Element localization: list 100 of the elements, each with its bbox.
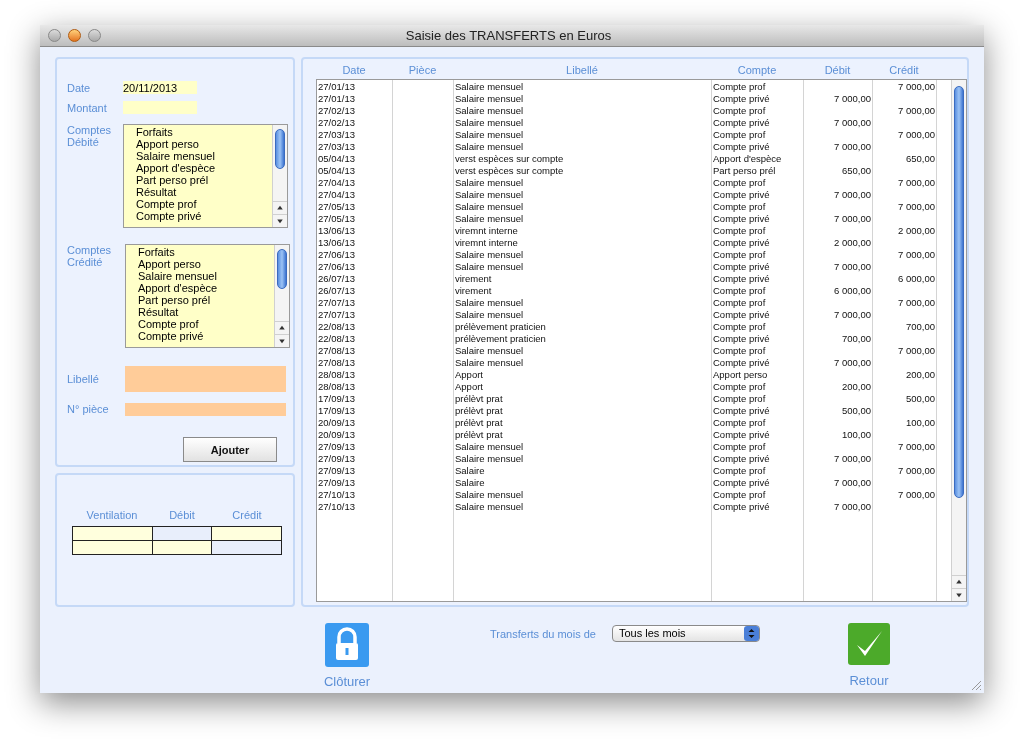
- table-cell: Salaire mensuel: [455, 440, 524, 453]
- list-item[interactable]: Apport perso: [138, 257, 274, 270]
- list-item[interactable]: Forfaits: [136, 125, 272, 138]
- table-cell: Compte prof: [713, 344, 766, 357]
- table-cell: 27/04/13: [318, 188, 355, 201]
- resize-grip-icon[interactable]: [970, 679, 982, 691]
- label-field[interactable]: [125, 365, 286, 392]
- account-list[interactable]: Forfaits Apport perso Salaire mensuel Apport d'espèce Part perso prél Résultat Compte prof Compte privé: [125, 243, 290, 348]
- amount-field[interactable]: [123, 101, 197, 115]
- ventilation-cell[interactable]: [152, 541, 213, 556]
- table-cell: Compte privé: [713, 212, 770, 225]
- table-cell: Compte prof: [713, 440, 766, 453]
- table-cell: Salaire mensuel: [455, 212, 524, 225]
- table-cell: Salaire mensuel: [455, 260, 524, 273]
- table-cell: 27/02/13: [318, 104, 355, 117]
- table-cell: Compte privé: [713, 272, 770, 285]
- table-cell: 650,00: [905, 152, 935, 165]
- table-cell: Salaire: [455, 476, 485, 489]
- month-label: Transferts du mois de: [490, 626, 596, 642]
- ventilation-cell[interactable]: [212, 541, 282, 556]
- table-cell: Compte prof: [713, 200, 766, 213]
- table-cell: Compte prof: [713, 104, 766, 117]
- padlock-icon: [325, 622, 369, 667]
- dropdown-arrows-icon: [743, 625, 759, 641]
- table-cell: 6 000,00: [834, 284, 871, 297]
- table-cell: Salaire mensuel: [455, 500, 524, 513]
- list-item[interactable]: Résultat: [138, 305, 274, 318]
- table-cell: 22/08/13: [318, 332, 355, 345]
- add-button[interactable]: Ajouter: [183, 437, 277, 463]
- table-cell: 27/03/13: [318, 140, 355, 153]
- table-cell: virement: [455, 284, 492, 297]
- list-item[interactable]: Compte privé: [136, 209, 272, 222]
- ventilation-cell[interactable]: [73, 527, 153, 542]
- table-cell: 7 000,00: [898, 200, 935, 213]
- table-cell: 7 000,00: [898, 128, 935, 141]
- table-cell: 27/10/13: [318, 500, 355, 513]
- table-cell: 27/04/13: [318, 176, 355, 189]
- table-cell: Salaire mensuel: [455, 308, 524, 321]
- ventilation-cell[interactable]: [212, 527, 282, 542]
- list-item[interactable]: Part perso prél: [138, 293, 274, 306]
- list-item[interactable]: Forfaits: [138, 245, 274, 258]
- table-cell: 7 000,00: [834, 308, 871, 321]
- table-cell: 27/06/13: [318, 260, 355, 273]
- ventilation-cell[interactable]: [152, 527, 213, 542]
- list-item[interactable]: Compte prof: [138, 317, 274, 330]
- date-field[interactable]: 20/11/2013: [123, 81, 197, 95]
- column-header: Ventilation: [85, 507, 139, 523]
- list-item[interactable]: Apport d'espèce: [138, 281, 274, 294]
- table-cell: Compte privé: [713, 236, 770, 249]
- table-cell: 7 000,00: [834, 452, 871, 465]
- table-cell: 7 000,00: [834, 140, 871, 153]
- table-cell: 27/09/13: [318, 476, 355, 489]
- table-cell: Salaire mensuel: [455, 140, 524, 153]
- close-button[interactable]: [48, 28, 61, 42]
- table-cell: 22/08/13: [318, 320, 355, 333]
- field-label: N° pièce: [67, 401, 110, 417]
- list-item[interactable]: Salaire mensuel: [138, 269, 274, 282]
- list-item[interactable]: Part perso prél: [136, 173, 272, 186]
- table-cell: Salaire mensuel: [455, 104, 524, 117]
- table-cell: 27/09/13: [318, 464, 355, 477]
- table-cell: 2 000,00: [898, 224, 935, 237]
- table-cell: 7 000,00: [898, 104, 935, 117]
- list-item[interactable]: Apport perso: [136, 137, 272, 150]
- table-cell: Compte prof: [713, 224, 766, 237]
- table-cell: 7 000,00: [898, 296, 935, 309]
- ventilation-cell[interactable]: [73, 541, 153, 556]
- table-cell: 7 000,00: [834, 116, 871, 129]
- table-cell: Salaire mensuel: [455, 128, 524, 141]
- table-cell: 27/09/13: [318, 440, 355, 453]
- table-cell: 200,00: [841, 380, 871, 393]
- account-list[interactable]: Forfaits Apport perso Salaire mensuel Apport d'espèce Part perso prél Résultat Compte prof Compte privé: [123, 123, 288, 228]
- table-cell: Salaire mensuel: [455, 344, 524, 357]
- table-cell: 27/09/13: [318, 452, 355, 465]
- table-cell: 7 000,00: [834, 356, 871, 369]
- minimize-button[interactable]: [68, 28, 81, 42]
- list-item[interactable]: Apport d'espèce: [136, 161, 272, 174]
- piece-number-field[interactable]: [125, 402, 286, 416]
- list-item[interactable]: Résultat: [136, 185, 272, 198]
- table-cell: Compte privé: [713, 140, 770, 153]
- column-header: Débit: [168, 507, 196, 523]
- list-item[interactable]: Compte privé: [138, 329, 274, 342]
- table-cell: 27/08/13: [318, 356, 355, 369]
- table-cell: Compte privé: [713, 260, 770, 273]
- table-cell: Apport: [455, 368, 483, 381]
- table-cell: prélèvement praticien: [455, 320, 546, 333]
- month-dropdown[interactable]: Tous les mois: [611, 624, 760, 642]
- table-cell: Salaire mensuel: [455, 188, 524, 201]
- table-cell: Compte prof: [713, 176, 766, 189]
- table-cell: Salaire mensuel: [455, 80, 524, 93]
- zoom-button[interactable]: [88, 28, 101, 42]
- list-item[interactable]: Compte prof: [136, 197, 272, 210]
- table-cell: 27/02/13: [318, 116, 355, 129]
- table-cell: 7 000,00: [834, 212, 871, 225]
- table-cell: viremnt interne: [455, 224, 518, 237]
- list-item[interactable]: Salaire mensuel: [136, 149, 272, 162]
- table-cell: 200,00: [905, 368, 935, 381]
- table-cell: prélèvement praticien: [455, 332, 546, 345]
- table-cell: 13/06/13: [318, 224, 355, 237]
- table-cell: Apport perso: [713, 368, 768, 381]
- table-cell: 100,00: [841, 428, 871, 441]
